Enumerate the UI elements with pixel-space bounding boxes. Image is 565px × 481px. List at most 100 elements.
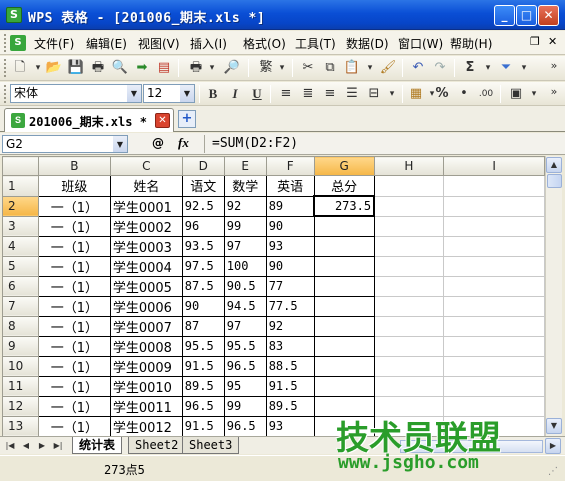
- dropdown-arrow-icon[interactable]: ▾: [514, 58, 534, 78]
- cell[interactable]: [373, 375, 445, 397]
- chevron-down-icon[interactable]: ▼: [113, 136, 127, 152]
- scroll-thumb[interactable]: [547, 174, 562, 188]
- new-document-icon[interactable]: 🗋: [10, 58, 30, 78]
- column-header-b[interactable]: B: [37, 156, 111, 176]
- cell[interactable]: 学生0005: [109, 275, 183, 297]
- scroll-right-icon[interactable]: ▶: [545, 438, 561, 454]
- cell[interactable]: [443, 195, 545, 217]
- cell[interactable]: [443, 235, 545, 257]
- cell[interactable]: [313, 215, 375, 237]
- row-header[interactable]: 11: [2, 375, 39, 397]
- menu-data[interactable]: 数据(D): [346, 35, 389, 51]
- close-tab-button[interactable]: ✕: [155, 113, 170, 128]
- sheet-tab-sheet2[interactable]: Sheet2: [128, 437, 186, 454]
- select-all-corner[interactable]: [2, 156, 39, 176]
- cell[interactable]: 一（1）: [37, 315, 111, 337]
- fx-icon[interactable]: fx: [178, 135, 189, 151]
- cell[interactable]: 一（1）: [37, 255, 111, 277]
- spreadsheet-grid[interactable]: B C D E F G H I 1 班级 姓名 语文 数学 英语 总分 2 一（1） 学生0001…: [2, 156, 545, 436]
- cell[interactable]: [313, 355, 375, 377]
- maximize-button[interactable]: □: [516, 5, 537, 26]
- cell[interactable]: [313, 295, 375, 317]
- header-cell[interactable]: 语文: [181, 175, 225, 197]
- toolbar-overflow-icon[interactable]: »: [544, 56, 564, 76]
- cell[interactable]: 95: [223, 375, 267, 397]
- row-header[interactable]: 6: [2, 275, 39, 297]
- close-doc-button[interactable]: ✕: [548, 35, 557, 51]
- first-sheet-icon[interactable]: |◀: [4, 439, 16, 452]
- cell[interactable]: 92.5: [181, 195, 225, 217]
- row-header[interactable]: 3: [2, 215, 39, 237]
- sheet-tab-sheet3[interactable]: Sheet3: [182, 437, 240, 454]
- cell[interactable]: [443, 255, 545, 277]
- cell[interactable]: [373, 215, 445, 237]
- cell[interactable]: 一（1）: [37, 215, 111, 237]
- cell[interactable]: 学生0003: [109, 235, 183, 257]
- header-cell[interactable]: 班级: [37, 175, 111, 197]
- row-header[interactable]: 2: [2, 195, 39, 217]
- cell[interactable]: 92: [265, 315, 315, 337]
- cell[interactable]: [373, 355, 445, 377]
- toolbar-overflow-icon[interactable]: »: [544, 82, 564, 102]
- merge-cells-icon[interactable]: ⊟: [364, 84, 384, 104]
- close-button[interactable]: ✕: [538, 5, 559, 26]
- cell[interactable]: 92: [223, 195, 267, 217]
- cell[interactable]: 学生0009: [109, 355, 183, 377]
- cell[interactable]: [313, 255, 375, 277]
- cell[interactable]: [443, 275, 545, 297]
- cell[interactable]: [443, 375, 545, 397]
- row-header[interactable]: 1: [2, 175, 39, 197]
- cell[interactable]: [313, 275, 375, 297]
- font-name-select[interactable]: 宋体 ▼: [10, 84, 142, 103]
- copy-icon[interactable]: ⧉: [320, 58, 340, 78]
- cell[interactable]: 学生0011: [109, 395, 183, 417]
- cell[interactable]: 学生0006: [109, 295, 183, 317]
- borders-icon[interactable]: ▣: [506, 84, 526, 104]
- filter-icon[interactable]: ⏷: [496, 58, 516, 78]
- cell[interactable]: 一（1）: [37, 375, 111, 397]
- cut-icon[interactable]: ✂: [298, 58, 318, 78]
- cell[interactable]: [443, 175, 545, 197]
- header-cell[interactable]: 总分: [313, 175, 375, 197]
- cell[interactable]: 学生0002: [109, 215, 183, 237]
- cell[interactable]: 学生0008: [109, 335, 183, 357]
- cell[interactable]: 89: [265, 195, 315, 217]
- row-header[interactable]: 4: [2, 235, 39, 257]
- cell[interactable]: 88.5: [265, 355, 315, 377]
- cell[interactable]: [373, 335, 445, 357]
- cell[interactable]: 97.5: [181, 255, 225, 277]
- column-header-i[interactable]: I: [443, 156, 545, 176]
- cell[interactable]: 一（1）: [37, 275, 111, 297]
- cell[interactable]: 一（1）: [37, 335, 111, 357]
- cell[interactable]: 一（1）: [37, 355, 111, 377]
- cell[interactable]: [373, 195, 445, 217]
- bold-button[interactable]: B: [203, 84, 223, 104]
- cell[interactable]: 77.5: [265, 295, 315, 317]
- italic-button[interactable]: I: [225, 84, 245, 104]
- cell[interactable]: 96.5: [223, 355, 267, 377]
- cell[interactable]: 学生0004: [109, 255, 183, 277]
- cell[interactable]: 一（1）: [37, 295, 111, 317]
- menu-tools[interactable]: 工具(T): [295, 35, 336, 51]
- pdf-icon[interactable]: ▤: [154, 58, 174, 78]
- dropdown-arrow-icon[interactable]: ▾: [202, 58, 222, 78]
- dropdown-arrow-icon[interactable]: ▾: [478, 58, 498, 78]
- scroll-up-icon[interactable]: ▲: [546, 157, 562, 173]
- cell[interactable]: 97: [223, 315, 267, 337]
- row-header[interactable]: 5: [2, 255, 39, 277]
- cell[interactable]: [313, 375, 375, 397]
- header-cell[interactable]: 英语: [265, 175, 315, 197]
- formula-input[interactable]: =SUM(D2:F2): [212, 136, 298, 151]
- menu-view[interactable]: 视图(V): [138, 35, 180, 51]
- sheet-tab-statistics[interactable]: 统计表: [72, 437, 123, 454]
- cell[interactable]: 91.5: [181, 355, 225, 377]
- cell[interactable]: 90: [181, 295, 225, 317]
- print-icon[interactable]: 🖶: [88, 58, 108, 78]
- cell[interactable]: 90: [265, 255, 315, 277]
- last-sheet-icon[interactable]: ▶|: [52, 439, 64, 452]
- cell[interactable]: [443, 335, 545, 357]
- increase-decimal-button[interactable]: .00: [476, 84, 496, 104]
- cell[interactable]: 89.5: [265, 395, 315, 417]
- cell[interactable]: [373, 255, 445, 277]
- dropdown-arrow-icon[interactable]: ▾: [360, 58, 380, 78]
